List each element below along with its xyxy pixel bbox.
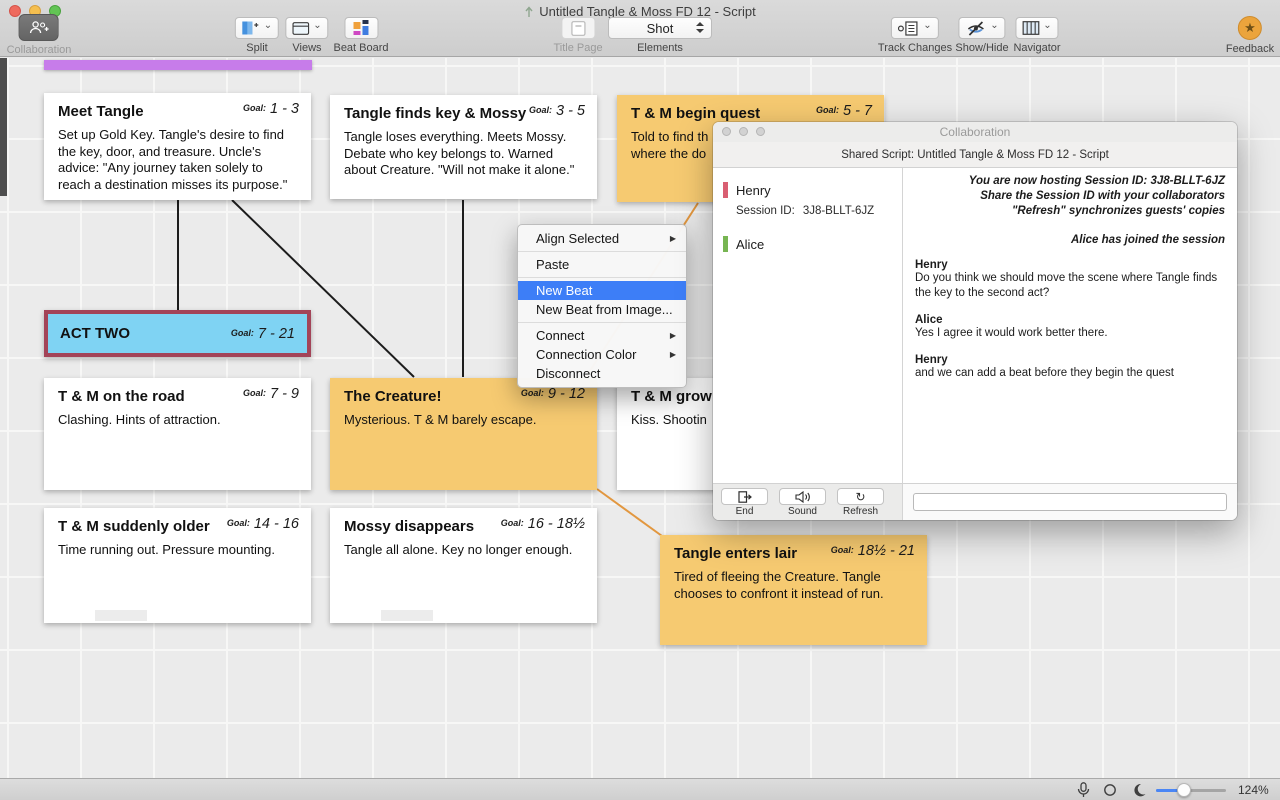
canvas-left-edge	[0, 58, 7, 196]
card-image-tab	[95, 610, 147, 621]
beat-board-button[interactable]: Beat Board	[333, 17, 388, 54]
context-menu: Align Selected ▶ Paste New Beat New Beat…	[517, 224, 687, 388]
status-bar: 124%	[0, 778, 1280, 800]
zoom-slider-handle[interactable]	[1177, 783, 1191, 797]
menu-item-disconnect[interactable]: Disconnect	[518, 364, 686, 383]
menu-separator	[518, 277, 686, 278]
star-icon: ★	[1244, 20, 1256, 36]
submenu-arrow-icon: ▶	[670, 331, 676, 340]
goal-range: Goal:18½ - 21	[831, 543, 915, 559]
night-mode-moon-icon[interactable]	[1132, 783, 1146, 797]
close-icon[interactable]	[722, 127, 731, 136]
beat-card-the-creature[interactable]: The Creature! Goal:9 - 12 Mysterious. T …	[330, 378, 597, 490]
beat-card-suddenly-older[interactable]: T & M suddenly older Goal:14 - 16 Time r…	[44, 508, 311, 623]
participant-color-bar	[723, 182, 728, 198]
chevron-down-icon: ⌄	[264, 21, 272, 31]
title-page-icon	[570, 21, 586, 36]
session-id-row: Session ID:3J8-BLLT-6JZ	[713, 205, 902, 217]
chat-input-area	[903, 484, 1237, 520]
chat-log: You are now hosting Session ID: 3J8-BLLT…	[903, 168, 1237, 483]
app-window: Untitled Tangle & Moss FD 12 - Script Co…	[0, 0, 1280, 800]
participants-panel: Henry Session ID:3J8-BLLT-6JZ Alice	[713, 168, 903, 483]
split-icon	[242, 21, 260, 35]
menu-separator	[518, 322, 686, 323]
elements-selected-value: Shot	[647, 21, 674, 36]
menu-item-align-selected[interactable]: Align Selected ▶	[518, 229, 686, 248]
document-status-icon	[524, 6, 534, 18]
shared-script-subtitle: Shared Script: Untitled Tangle & Moss FD…	[713, 142, 1237, 168]
collaboration-window: Collaboration Shared Script: Untitled Ta…	[713, 122, 1237, 520]
show-hide-button[interactable]: ⌄ Show/Hide	[955, 17, 1008, 54]
submenu-arrow-icon: ▶	[670, 234, 676, 243]
sound-button[interactable]: Sound	[779, 488, 826, 517]
goal-range: Goal:7 - 21	[231, 326, 295, 342]
refresh-button[interactable]: ↻ Refresh	[837, 488, 884, 517]
end-session-icon	[738, 491, 752, 503]
views-icon	[292, 22, 309, 35]
menu-separator	[518, 251, 686, 252]
beat-card-tangle-finds-key[interactable]: Tangle finds key & Mossy Goal:3 - 5 Tang…	[330, 95, 597, 199]
beat-card-on-the-road[interactable]: T & M on the road Goal:7 - 9 Clashing. H…	[44, 378, 311, 490]
zoom-icon[interactable]	[756, 127, 765, 136]
goal-range: Goal:14 - 16	[227, 516, 299, 532]
join-message: Alice has joined the session	[915, 234, 1225, 246]
chevron-down-icon: ⌄	[990, 21, 998, 31]
navigator-button[interactable]: ⌄ Navigator	[1013, 17, 1060, 54]
collaboration-controls: End Sound ↻ Refresh	[713, 484, 903, 520]
speaker-icon	[795, 491, 810, 503]
feedback-button[interactable]: ★ Feedback	[1226, 16, 1274, 55]
menu-item-connection-color[interactable]: Connection Color ▶	[518, 345, 686, 364]
beat-card-act-one-edge[interactable]	[44, 60, 312, 70]
goal-range: Goal:7 - 9	[243, 386, 299, 402]
chevron-down-icon: ⌄	[313, 21, 321, 31]
goal-range: Goal:16 - 18½	[501, 516, 585, 532]
submenu-arrow-icon: ▶	[670, 350, 676, 359]
focus-ring-icon[interactable]	[1103, 783, 1117, 797]
collaboration-window-title: Collaboration	[940, 125, 1011, 139]
navigator-columns-icon	[1022, 21, 1039, 35]
beat-card-act-two[interactable]: ACT TWO Goal:7 - 21	[44, 310, 311, 357]
track-changes-button[interactable]: ⌄ Track Changes	[878, 17, 952, 54]
collaboration-titlebar[interactable]: Collaboration	[713, 122, 1237, 142]
chat-message: Alice Yes I agree it would work better t…	[915, 314, 1225, 341]
beat-board-icon	[353, 20, 369, 36]
title-page-button[interactable]: Title Page	[553, 17, 602, 54]
card-image-tab	[381, 610, 433, 621]
goal-range: Goal:5 - 7	[816, 103, 872, 119]
menu-item-paste[interactable]: Paste	[518, 255, 686, 274]
menu-item-connect[interactable]: Connect ▶	[518, 326, 686, 345]
beat-card-enters-lair[interactable]: Tangle enters lair Goal:18½ - 21 Tired o…	[660, 535, 927, 645]
participant-host[interactable]: Henry	[713, 182, 902, 198]
menu-item-new-beat-from-image[interactable]: New Beat from Image...	[518, 300, 686, 319]
collaboration-button[interactable]: Collaboration	[7, 14, 72, 56]
eye-slash-icon	[965, 21, 986, 36]
minimize-icon[interactable]	[739, 127, 748, 136]
window-controls[interactable]	[722, 127, 765, 136]
split-button[interactable]: ⌄ Split	[235, 17, 279, 54]
goal-range: Goal:1 - 3	[243, 101, 299, 117]
chat-message: Henry and we can add a beat before they …	[915, 354, 1225, 381]
zoom-level: 124%	[1238, 783, 1269, 797]
beat-card-mossy-disappears[interactable]: Mossy disappears Goal:16 - 18½ Tangle al…	[330, 508, 597, 623]
collaboration-people-icon	[28, 20, 50, 35]
participant-color-bar	[723, 236, 728, 252]
chevron-down-icon: ⌄	[1043, 21, 1051, 31]
refresh-icon: ↻	[855, 490, 865, 504]
goal-range: Goal:9 - 12	[521, 386, 585, 402]
chat-message: Henry Do you think we should move the sc…	[915, 259, 1225, 301]
system-message: You are now hosting Session ID: 3J8-BLLT…	[915, 174, 1225, 219]
participant-guest[interactable]: Alice	[713, 236, 902, 252]
elements-dropdown[interactable]: Shot Elements	[608, 17, 712, 54]
goal-range: Goal:3 - 5	[529, 103, 585, 119]
track-changes-icon	[898, 21, 919, 36]
beat-card-meet-tangle[interactable]: Meet Tangle Goal:1 - 3 Set up Gold Key. …	[44, 93, 311, 200]
microphone-icon[interactable]	[1077, 782, 1090, 798]
chevron-down-icon: ⌄	[923, 21, 931, 31]
views-button[interactable]: ⌄ Views	[285, 17, 328, 54]
message-input[interactable]	[913, 493, 1227, 511]
end-session-button[interactable]: End	[721, 488, 768, 517]
menu-item-new-beat[interactable]: New Beat	[518, 281, 686, 300]
toolbar: Untitled Tangle & Moss FD 12 - Script Co…	[0, 0, 1280, 57]
stepper-icon	[696, 22, 704, 33]
